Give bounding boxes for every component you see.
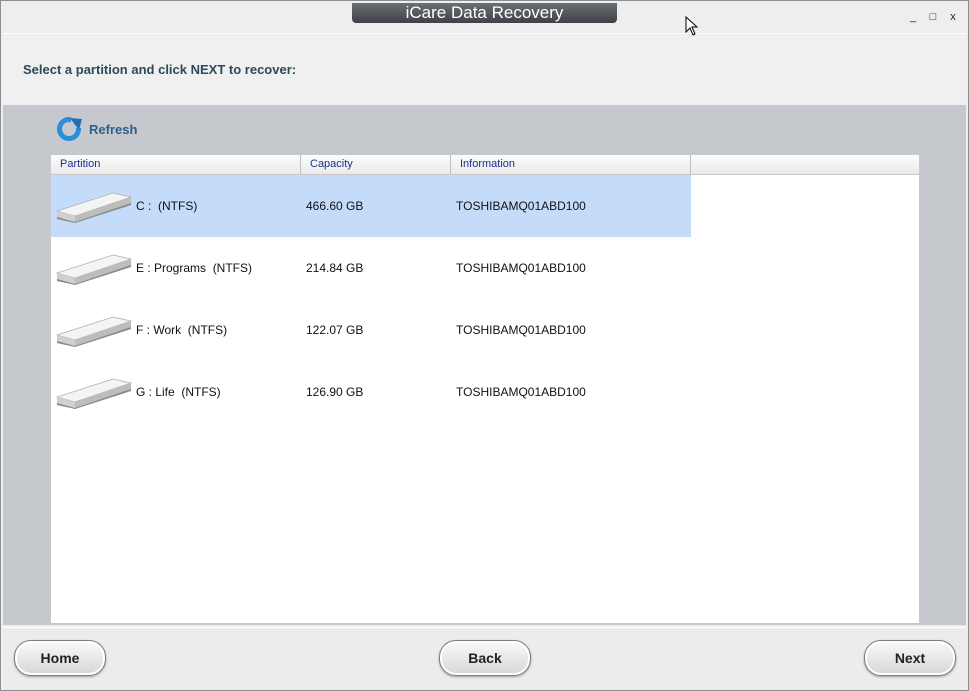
partition-capacity: 126.90 GB — [306, 385, 364, 399]
column-header-information[interactable]: Information — [451, 155, 691, 174]
partition-name: E : Programs (NTFS) — [136, 261, 253, 275]
column-header-capacity[interactable]: Capacity — [301, 155, 451, 174]
refresh-label: Refresh — [89, 121, 138, 137]
table-row[interactable]: F : Work (NTFS) 122.07 GB TOSHIBAMQ01ABD… — [51, 299, 691, 361]
table-row[interactable]: C : (NTFS) 466.60 GB TOSHIBAMQ01ABD100 — [51, 175, 691, 237]
partition-information: TOSHIBAMQ01ABD100 — [456, 261, 586, 275]
refresh-button[interactable]: Refresh — [55, 115, 137, 143]
home-button[interactable]: Home — [14, 640, 106, 676]
hard-drive-icon — [55, 316, 133, 347]
table-row[interactable]: G : Life (NTFS) 126.90 GB TOSHIBAMQ01ABD… — [51, 361, 691, 423]
instruction-text: Select a partition and click NEXT to rec… — [23, 62, 297, 77]
partition-capacity: 466.60 GB — [306, 199, 364, 213]
partition-information: TOSHIBAMQ01ABD100 — [456, 199, 586, 213]
column-header-partition[interactable]: Partition — [51, 155, 301, 174]
refresh-icon — [57, 117, 83, 141]
table-header: Partition Capacity Information — [51, 155, 919, 175]
partition-name: F : Work (NTFS) — [136, 323, 228, 337]
minimize-button[interactable]: _ — [906, 11, 920, 23]
instruction-header: Select a partition and click NEXT to rec… — [3, 33, 966, 106]
mouse-cursor-icon — [685, 16, 699, 36]
window-title: iCare Data Recovery — [352, 3, 617, 23]
partition-information: TOSHIBAMQ01ABD100 — [456, 323, 586, 337]
hard-drive-icon — [55, 378, 133, 409]
partition-capacity: 214.84 GB — [306, 261, 364, 275]
partition-name: C : (NTFS) — [136, 199, 198, 213]
maximize-button[interactable]: □ — [926, 11, 940, 23]
partition-name: G : Life (NTFS) — [136, 385, 221, 399]
partition-information: TOSHIBAMQ01ABD100 — [456, 385, 586, 399]
hard-drive-icon — [55, 192, 133, 223]
close-button[interactable]: x — [946, 11, 960, 23]
table-row[interactable]: E : Programs (NTFS) 214.84 GB TOSHIBAMQ0… — [51, 237, 691, 299]
app-window: iCare Data Recovery _ □ x Select a parti… — [0, 0, 969, 691]
hard-drive-icon — [55, 254, 133, 285]
partition-table: Partition Capacity Information C : (NTFS… — [51, 155, 919, 623]
partition-capacity: 122.07 GB — [306, 323, 364, 337]
back-button[interactable]: Back — [439, 640, 531, 676]
next-button[interactable]: Next — [864, 640, 956, 676]
